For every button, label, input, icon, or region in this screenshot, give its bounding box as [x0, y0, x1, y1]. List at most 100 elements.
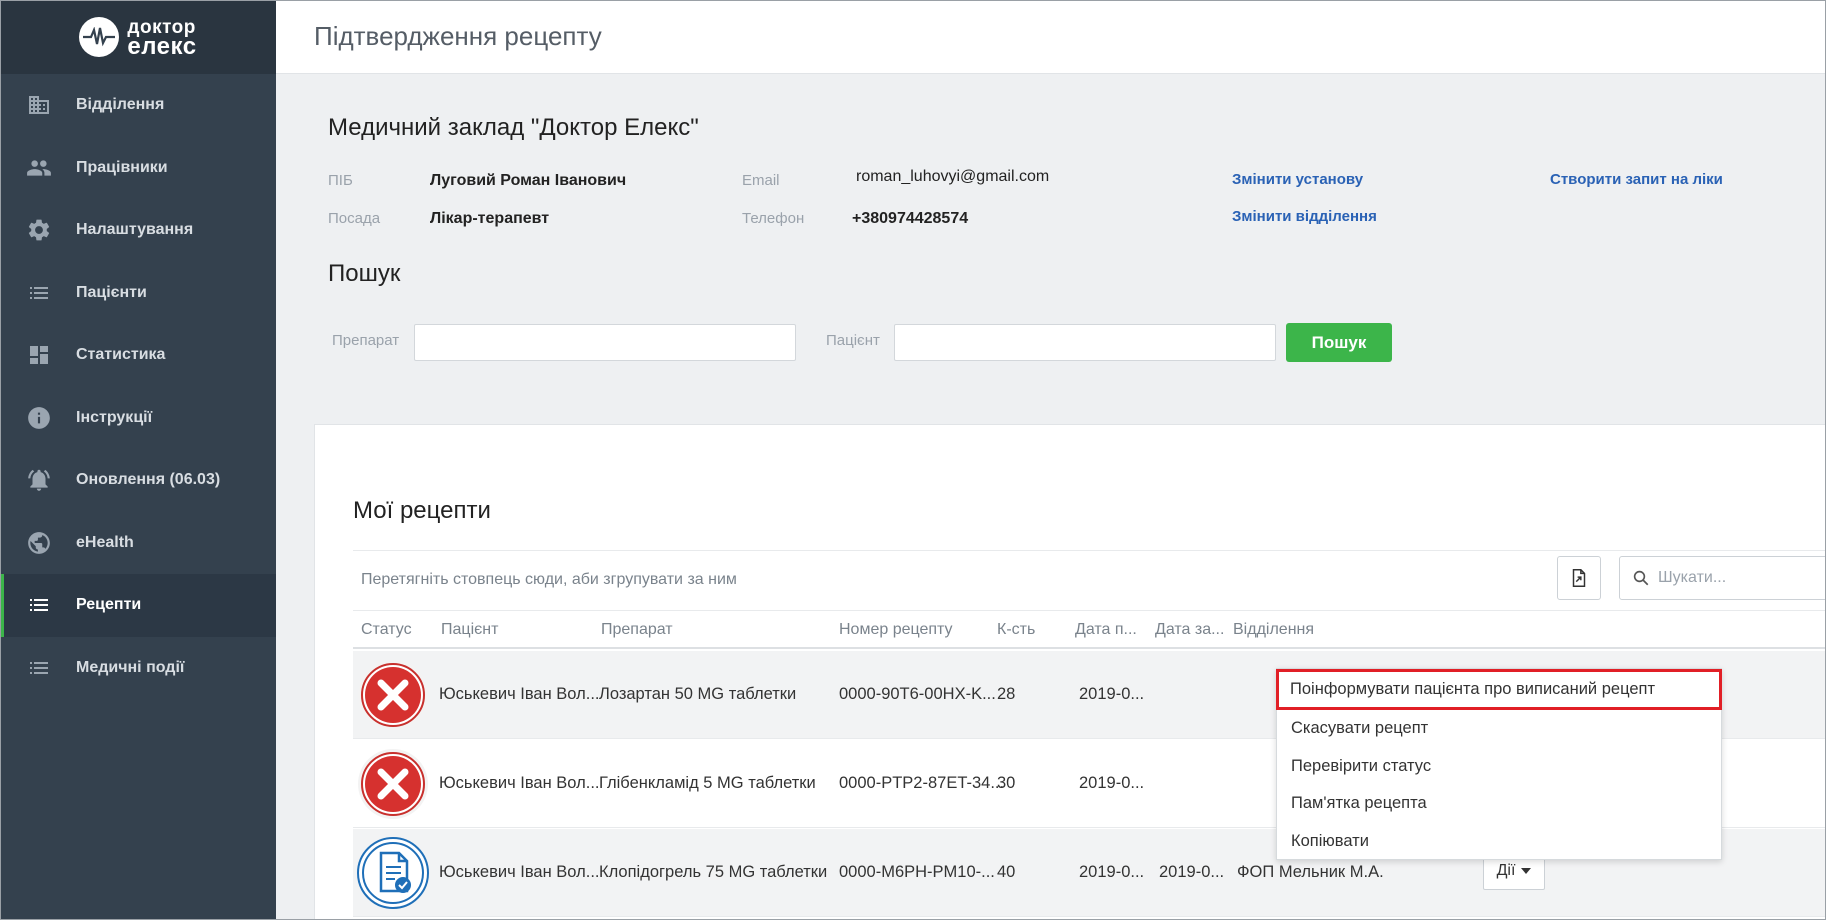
topbar: Підтвердження рецепту	[276, 0, 1826, 74]
gear-icon	[24, 215, 54, 245]
position-label: Посада	[328, 210, 381, 227]
sidebar-item-label: Інструкції	[76, 408, 153, 426]
cell-number: 0000-M6PH-PM10-...	[839, 863, 995, 881]
column-header-number[interactable]: Номер рецепту	[839, 621, 953, 639]
drug-search-input[interactable]	[414, 324, 796, 361]
column-header-quantity[interactable]: К-сть	[997, 621, 1035, 639]
cancel-icon	[358, 660, 428, 730]
column-header-date-issued[interactable]: Дата п...	[1075, 621, 1137, 639]
list-icon	[24, 278, 54, 308]
cell-drug: Лозартан 50 MG таблетки	[599, 685, 797, 703]
cell-number: 0000-90T6-00HX-K...	[839, 685, 996, 703]
table-header: Статус Пацієнт Препарат Номер рецепту К-…	[353, 611, 1826, 649]
sidebar-item-label: Оновлення (06.03)	[76, 471, 221, 489]
position-value: Лікар-терапевт	[430, 210, 550, 227]
sidebar-item-statistics[interactable]: Статистика	[0, 324, 276, 387]
cell-patient: Юськевич Іван Вол...	[439, 863, 600, 881]
recipes-title: Мої рецепти	[353, 497, 491, 524]
cell-quantity: 40	[997, 863, 1016, 881]
menu-item-check-status[interactable]: Перевірити статус	[1277, 748, 1721, 786]
sidebar: доктор елекс Відділення Працівники Налаш…	[0, 0, 276, 920]
menu-item-recipe-memo[interactable]: Пам'ятка рецепта	[1277, 785, 1721, 823]
logo-pulse-icon	[79, 17, 120, 57]
bell-icon	[24, 465, 54, 495]
sidebar-item-label: eHealth	[76, 533, 134, 551]
cell-date-issued: 2019-0...	[1079, 685, 1145, 703]
page-title: Підтвердження рецепту	[314, 21, 602, 51]
phone-value: +380974428574	[852, 210, 969, 227]
sidebar-item-employees[interactable]: Працівники	[0, 137, 276, 200]
list-icon	[24, 653, 54, 683]
sidebar-item-ehealth[interactable]: eHealth	[0, 512, 276, 575]
column-header-date-end[interactable]: Дата за...	[1155, 621, 1224, 639]
menu-item-copy[interactable]: Копіювати	[1277, 823, 1721, 861]
drug-search-label: Препарат	[332, 332, 400, 349]
pib-value: Луговий Роман Іванович	[430, 172, 627, 189]
sidebar-item-departments[interactable]: Відділення	[0, 74, 276, 137]
sidebar-item-label: Працівники	[76, 158, 168, 176]
cell-date-issued: 2019-0...	[1079, 863, 1145, 881]
menu-item-cancel-recipe[interactable]: Скасувати рецепт	[1277, 710, 1721, 748]
logo-line2: елекс	[127, 33, 197, 60]
sidebar-item-label: Статистика	[76, 346, 166, 364]
logo[interactable]: доктор елекс	[0, 0, 276, 74]
building-icon	[24, 90, 54, 120]
cell-drug: Глібенкламід 5 MG таблетки	[599, 774, 816, 792]
cell-department: ФОП Мельник М.А.	[1237, 863, 1384, 881]
cell-drug: Клопідогрель 75 MG таблетки	[599, 863, 828, 881]
logo-text: доктор елекс	[127, 18, 197, 60]
export-button[interactable]	[1557, 556, 1601, 600]
caret-down-icon	[1521, 868, 1532, 874]
sidebar-item-settings[interactable]: Налаштування	[0, 199, 276, 262]
cell-date-issued: 2019-0...	[1079, 774, 1145, 792]
people-icon	[24, 153, 54, 183]
patient-search-label: Пацієнт	[826, 332, 880, 349]
group-hint: Перетягніть стовпець сюди, аби згрупуват…	[361, 571, 737, 588]
info-icon	[24, 403, 54, 433]
email-label: Email	[742, 172, 780, 189]
sidebar-item-recipes[interactable]: Рецепти	[0, 574, 276, 637]
globe-icon	[24, 528, 54, 558]
cell-date-end: 2019-0...	[1159, 863, 1225, 881]
sidebar-nav: Відділення Працівники Налаштування Паціє…	[0, 74, 276, 699]
column-header-department[interactable]: Відділення	[1233, 621, 1314, 639]
email-value: roman_luhovyi@gmail.com	[856, 168, 1050, 185]
sidebar-item-label: Рецепти	[76, 596, 142, 614]
grid-search[interactable]	[1619, 556, 1826, 600]
change-institution-link[interactable]: Змінити установу	[1232, 171, 1363, 188]
actions-label: Дії	[1496, 862, 1516, 879]
create-drug-request-link[interactable]: Створити запит на ліки	[1550, 171, 1723, 188]
clinic-name: Медичний заклад "Доктор Елекс"	[328, 114, 699, 141]
patient-search-input[interactable]	[894, 324, 1276, 361]
sidebar-item-label: Медичні події	[76, 658, 185, 676]
sidebar-item-updates[interactable]: Оновлення (06.03)	[0, 449, 276, 512]
column-header-patient[interactable]: Пацієнт	[441, 621, 498, 639]
cell-patient: Юськевич Іван Вол...	[439, 685, 600, 703]
sidebar-item-medical-events[interactable]: Медичні події	[0, 637, 276, 700]
group-panel[interactable]: Перетягніть стовпець сюди, аби згрупуват…	[353, 550, 1826, 611]
change-department-link[interactable]: Змінити відділення	[1232, 208, 1377, 225]
list-icon	[24, 590, 54, 620]
cell-quantity: 30	[997, 774, 1016, 792]
cancel-icon	[358, 749, 428, 819]
menu-item-inform-patient[interactable]: Поінформувати пацієнта про виписаний рец…	[1276, 669, 1722, 710]
search-title: Пошук	[328, 260, 401, 287]
cell-patient: Юськевич Іван Вол...	[439, 774, 600, 792]
sidebar-item-label: Налаштування	[76, 221, 194, 239]
grid-search-input[interactable]	[1658, 569, 1818, 587]
cell-number: 0000-PTP2-87ET-34...	[839, 774, 1005, 792]
column-header-drug[interactable]: Препарат	[601, 621, 673, 639]
sidebar-item-patients[interactable]: Пацієнти	[0, 262, 276, 325]
column-header-status[interactable]: Статус	[361, 621, 412, 639]
pib-label: ПІБ	[328, 172, 353, 189]
search-icon	[1633, 570, 1649, 586]
document-check-icon	[357, 837, 429, 909]
phone-label: Телефон	[742, 210, 805, 227]
search-button[interactable]: Пошук	[1286, 323, 1392, 362]
export-icon	[1572, 569, 1586, 587]
sidebar-item-instructions[interactable]: Інструкції	[0, 387, 276, 450]
dashboard-icon	[24, 340, 54, 370]
sidebar-item-label: Пацієнти	[76, 283, 147, 301]
sidebar-item-label: Відділення	[76, 96, 165, 114]
actions-menu: Поінформувати пацієнта про виписаний рец…	[1276, 668, 1722, 860]
